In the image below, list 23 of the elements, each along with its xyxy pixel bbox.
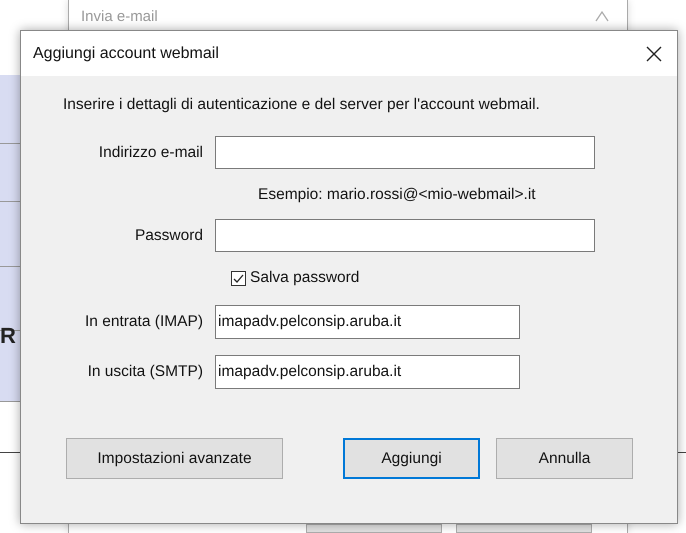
side-panel [0,75,20,144]
side-panel [0,144,20,202]
server-field[interactable]: imapadv.pelconsip.aruba.it [215,304,520,338]
input-field[interactable] [215,136,595,169]
instruction-text: Inserire i dettagli di autenticazione e del server per l'account webmail. [63,96,541,114]
input-field[interactable] [215,219,595,252]
side-panel [0,202,20,267]
window-title: Invia e-mail [81,8,158,25]
dialog-button[interactable]: Annulla [496,438,633,479]
checkbox[interactable] [231,270,246,286]
dialog-button[interactable]: Impostazioni avanzate [66,438,283,479]
server-field[interactable]: imapadv.pelconsip.aruba.it [215,354,520,388]
side-text: R [0,325,16,347]
background-button[interactable] [456,524,592,533]
field-label: Indirizzo e-mail [98,144,203,162]
field-label: In entrata (IMAP) [84,312,203,330]
example-text: Esempio: mario.rossi@<mio-webmail>.it [258,186,537,204]
dialog-button[interactable]: Aggiungi [343,438,480,479]
field-label: Password [134,226,203,244]
field-label: In uscita (SMTP) [86,362,203,380]
checkbox-label: Salva password [250,269,360,287]
dialog-title: Aggiungi account webmail [33,44,219,62]
background-button[interactable] [306,524,442,533]
